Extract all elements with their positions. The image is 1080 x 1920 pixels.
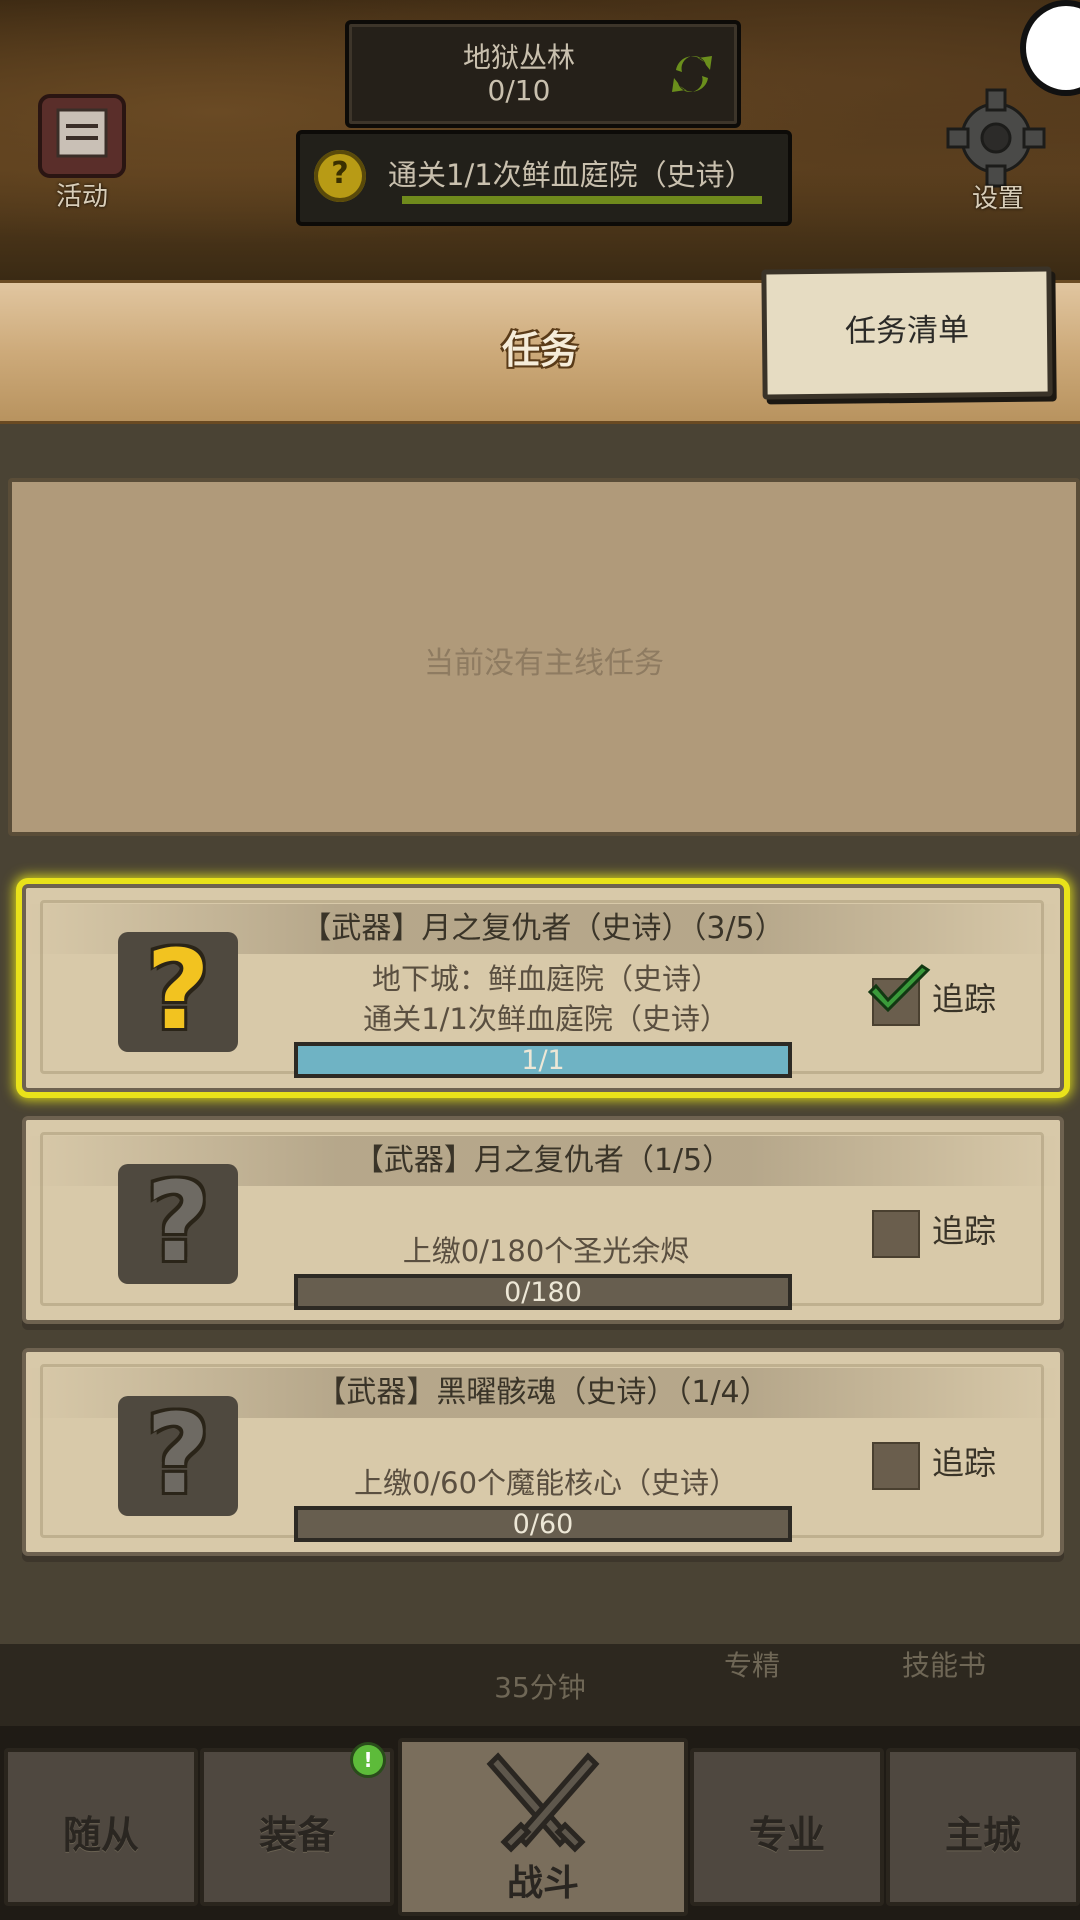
track-label[interactable]: 追踪 <box>932 974 996 1020</box>
nav-followers-label: 随从 <box>62 1813 139 1857</box>
nav-equipment-label: 装备 <box>258 1813 335 1857</box>
nav-followers[interactable]: 随从 <box>4 1748 198 1906</box>
question-mark-icon: ? <box>146 926 210 1054</box>
quest-icon: ? <box>118 926 238 1054</box>
tracked-quest-bar[interactable]: ? 通关1/1次鲜血庭院（史诗） <box>296 130 792 226</box>
track-checkbox[interactable] <box>872 1442 920 1490</box>
quest-list-button[interactable]: 任务清单 <box>761 266 1053 400</box>
quest-icon: ? <box>118 1158 238 1286</box>
track-checkbox[interactable] <box>872 1210 920 1258</box>
activity-label: 活动 <box>55 182 108 212</box>
quest-card[interactable]: 【武器】月之复仇者（1/5） ? 上缴0/180个圣光余烬 0/180 追踪 <box>22 1116 1064 1324</box>
skillbook-label[interactable]: 技能书 <box>902 1644 986 1684</box>
nav-main-city-label: 主城 <box>944 1813 1021 1857</box>
checkmark-icon <box>867 964 931 1013</box>
zone-progress: 0/10 <box>487 74 551 107</box>
question-mark-icon: ? <box>146 1390 210 1518</box>
chest-icon <box>38 94 126 178</box>
quest-progress-bar: 0/60 <box>294 1506 792 1542</box>
nav-profession-label: 专业 <box>748 1813 825 1857</box>
progress-text: 0/60 <box>512 1509 574 1540</box>
track-label[interactable]: 追踪 <box>932 1438 996 1484</box>
crossed-swords-icon <box>486 1752 600 1853</box>
settings-button[interactable]: 设置 <box>938 88 1058 214</box>
tracked-quest-progress <box>402 196 762 204</box>
notification-badge: ! <box>350 1742 386 1778</box>
specialize-label[interactable]: 专精 <box>724 1644 780 1684</box>
main-quest-empty-text: 当前没有主线任务 <box>424 646 664 681</box>
nav-main-city[interactable]: 主城 <box>886 1748 1080 1906</box>
quest-list-label: 任务清单 <box>844 312 970 350</box>
quest-desc-line2: 上缴0/60个魔能核心（史诗） <box>353 1466 739 1500</box>
settings-label: 设置 <box>971 184 1024 214</box>
gear-icon <box>946 88 1046 188</box>
refresh-icon[interactable] <box>664 46 720 102</box>
quest-desc-line2: 通关1/1次鲜血庭院（史诗） <box>363 1002 729 1036</box>
quest-card[interactable]: 【武器】黑曜骸魂（史诗）（1/4） ? 上缴0/60个魔能核心（史诗） 0/60… <box>22 1348 1064 1556</box>
tracked-quest-text: 通关1/1次鲜血庭院（史诗） <box>388 158 754 192</box>
bottom-info-strip: 35分钟 专精 技能书 <box>0 1644 1080 1726</box>
nav-profession[interactable]: 专业 <box>690 1748 884 1906</box>
zone-name: 地狱丛林 <box>462 41 575 74</box>
progress-text: 1/1 <box>521 1045 565 1076</box>
quest-icon: ? <box>118 1390 238 1518</box>
quest-card[interactable]: 【武器】月之复仇者（史诗）（3/5） ? 地下城：鲜血庭院（史诗） 通关1/1次… <box>22 884 1064 1092</box>
track-label[interactable]: 追踪 <box>932 1206 996 1252</box>
quest-progress-bar: 1/1 <box>294 1042 792 1078</box>
quest-desc-line2: 上缴0/180个圣光余烬 <box>402 1234 690 1268</box>
nav-battle[interactable]: 战斗 <box>398 1738 688 1916</box>
activity-button[interactable]: 活动 <box>22 88 142 212</box>
quest-coin-icon: ? <box>314 150 366 202</box>
main-quest-panel: 当前没有主线任务 <box>8 478 1080 836</box>
quest-desc-line1: 地下城：鲜血庭院（史诗） <box>371 962 720 996</box>
progress-text: 0/180 <box>504 1277 582 1308</box>
quest-progress-bar: 0/180 <box>294 1274 792 1310</box>
zone-panel[interactable]: 地狱丛林 0/10 <box>345 20 741 128</box>
nav-battle-label: 战斗 <box>506 1863 579 1904</box>
question-mark-icon: ? <box>146 1158 210 1286</box>
